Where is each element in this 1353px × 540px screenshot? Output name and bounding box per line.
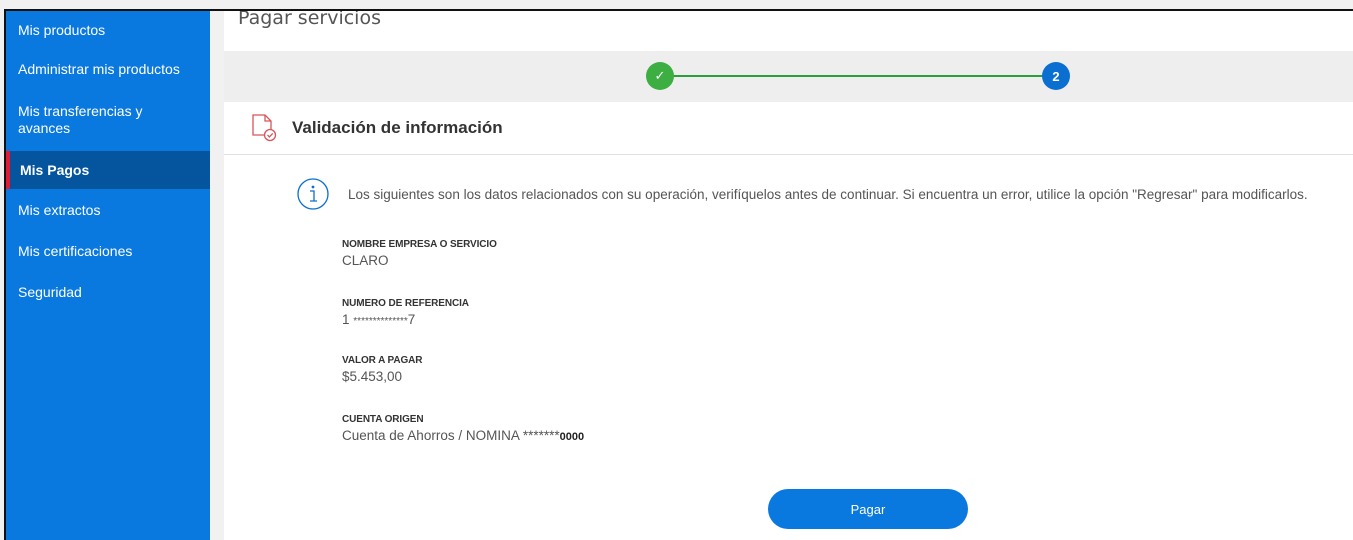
sidebar-item-mis-productos[interactable]: Mis productos: [6, 11, 210, 49]
field-empresa: NOMBRE EMPRESA O SERVICIO CLARO: [342, 239, 497, 268]
section-header: Validación de información: [224, 102, 1353, 155]
pay-button[interactable]: Pagar: [768, 489, 968, 529]
field-value-referencia: 1 **************7: [342, 312, 416, 327]
document-check-icon: [250, 114, 278, 147]
field-referencia: NUMERO DE REFERENCIA 1 **************7: [342, 298, 469, 327]
field-value-valor: $5.453,00: [342, 369, 403, 384]
field-label-referencia: NUMERO DE REFERENCIA: [342, 298, 469, 309]
field-value-cuenta: Cuenta de Ahorros / NOMINA *******0000: [342, 428, 585, 443]
sidebar-item-mis-pagos[interactable]: Mis Pagos: [6, 151, 210, 189]
sidebar-item-transferencias-avances[interactable]: Mis transferencias y avances: [6, 89, 210, 151]
sidebar-item-mis-certificaciones[interactable]: Mis certificaciones: [6, 231, 210, 271]
progress-stepper: ✓ 2: [224, 51, 1353, 102]
gutter: [210, 11, 224, 540]
sidebar: Mis productos Administrar mis productos …: [6, 11, 210, 540]
sidebar-item-administrar-productos[interactable]: Administrar mis productos: [6, 49, 210, 89]
field-valor: VALOR A PAGAR $5.453,00: [342, 355, 422, 384]
main-content: Pagar servicios ✓ 2 Validación de inform…: [210, 11, 1353, 540]
field-cuenta: CUENTA ORIGEN Cuenta de Ahorros / NOMINA…: [342, 414, 584, 443]
info-icon: [296, 177, 330, 216]
field-value-empresa: CLARO: [342, 253, 389, 268]
info-text: Los siguientes son los datos relacionado…: [348, 187, 1308, 202]
sidebar-item-seguridad[interactable]: Seguridad: [6, 271, 210, 313]
step-1-done: ✓: [646, 62, 674, 90]
field-label-empresa: NOMBRE EMPRESA O SERVICIO: [342, 239, 497, 250]
step-connector: [660, 75, 1054, 77]
step-2-current: 2: [1042, 62, 1070, 90]
page-title: Pagar servicios: [238, 9, 381, 29]
section-title: Validación de información: [292, 118, 503, 137]
info-message: Los siguientes son los datos relacionado…: [296, 177, 1343, 213]
field-label-cuenta: CUENTA ORIGEN: [342, 414, 424, 425]
sidebar-item-mis-extractos[interactable]: Mis extractos: [6, 189, 210, 231]
app-frame: Mis productos Administrar mis productos …: [4, 9, 1353, 540]
field-label-valor: VALOR A PAGAR: [342, 355, 423, 366]
